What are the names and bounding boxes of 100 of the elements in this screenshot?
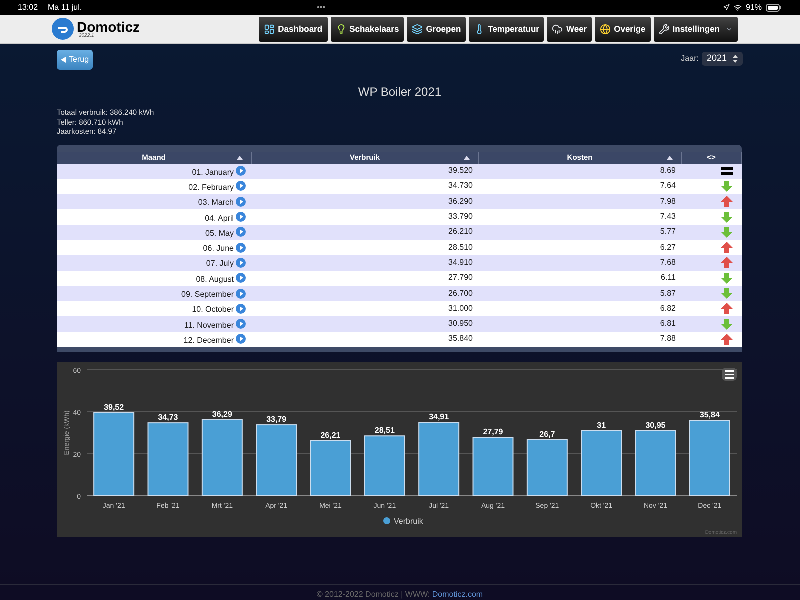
nav-button[interactable]: Weer xyxy=(547,16,592,42)
table-cell: 28.510 xyxy=(448,242,473,254)
battery-percent: 91% xyxy=(746,2,762,14)
caret-icon xyxy=(726,26,733,32)
value-label: 30,95 xyxy=(646,421,666,430)
table-cell: 03. March xyxy=(198,197,234,210)
play-icon[interactable] xyxy=(236,258,246,268)
sort-icon[interactable] xyxy=(464,156,470,160)
table-cell: 09. September xyxy=(182,289,234,302)
table-cell: 39.520 xyxy=(448,165,473,178)
value-label: 26,7 xyxy=(540,430,556,439)
table-cell: 7.64 xyxy=(660,180,676,192)
play-icon[interactable] xyxy=(236,242,246,253)
table-cell: 6.11 xyxy=(661,272,676,284)
down-arrow-icon xyxy=(721,212,733,223)
table-cell: 12. December xyxy=(184,334,234,347)
value-label: 31 xyxy=(597,420,606,430)
table-cell: 10. October xyxy=(192,304,234,316)
website-link[interactable]: Domoticz.com xyxy=(432,590,484,600)
play-icon[interactable] xyxy=(236,334,246,344)
wrench-icon xyxy=(658,24,670,34)
location-icon xyxy=(722,4,730,11)
table-cell: 31.000 xyxy=(448,302,473,315)
bar xyxy=(581,430,622,497)
nav-button[interactable]: Schakelaars xyxy=(330,16,404,42)
table-cell: 26.210 xyxy=(448,226,473,238)
nav-button[interactable]: Dashboard xyxy=(259,16,328,42)
table-cell: 33.790 xyxy=(448,211,473,224)
updown-icon xyxy=(733,55,738,63)
play-icon[interactable] xyxy=(236,181,246,192)
copyright-text: © 2012-2022 Domoticz | WWW: xyxy=(316,590,432,600)
logo-icon xyxy=(52,18,74,40)
down-arrow-icon xyxy=(721,318,733,330)
value-label: 36,29 xyxy=(212,410,232,419)
value-label: 39,52 xyxy=(104,403,124,412)
table-cell: 7.98 xyxy=(660,196,676,208)
equal-icon xyxy=(721,166,733,176)
bar xyxy=(635,430,676,497)
value-label: 27,79 xyxy=(483,428,504,437)
table-cell: 01. January xyxy=(192,166,234,179)
legend-label[interactable]: Verbruik xyxy=(394,517,424,526)
table-cell: 06. June xyxy=(203,243,234,256)
nav-button[interactable]: Temperatuur xyxy=(469,16,544,42)
table-cell: 6.82 xyxy=(660,302,676,315)
table-cell: 8.69 xyxy=(660,165,676,178)
left-arrow-icon xyxy=(61,57,66,63)
value-label: 26,21 xyxy=(320,431,341,440)
table-cell: 5.77 xyxy=(660,226,676,238)
table-cell: 02. February xyxy=(188,182,234,194)
battery-icon xyxy=(766,4,782,12)
down-arrow-icon xyxy=(721,272,733,284)
value-label: 34,91 xyxy=(429,412,450,422)
wifi-icon xyxy=(734,4,742,12)
play-icon[interactable] xyxy=(236,212,246,222)
table-cell: 07. July xyxy=(206,258,234,270)
down-arrow-icon xyxy=(721,288,733,300)
page-title: WP Boiler 2021 xyxy=(357,84,443,101)
table-cell: 11. November xyxy=(184,320,234,332)
nav-button[interactable]: Instellingen xyxy=(654,16,738,42)
bar xyxy=(364,436,406,497)
nav-button[interactable]: Groepen xyxy=(407,16,466,42)
table-cell: 05. May xyxy=(206,228,234,240)
multitask-dots[interactable]: ••• xyxy=(317,2,326,14)
year-select[interactable]: 2021 xyxy=(702,52,743,66)
table-cell: 7.88 xyxy=(660,333,676,346)
play-icon[interactable] xyxy=(236,304,246,314)
table-cell: 30.950 xyxy=(448,318,473,330)
menu-button[interactable] xyxy=(722,368,737,382)
bar xyxy=(526,440,568,497)
play-icon[interactable] xyxy=(236,273,246,284)
year-label: Jaar: xyxy=(681,53,699,65)
play-icon[interactable] xyxy=(236,288,246,299)
table-cell: 34.910 xyxy=(448,256,473,269)
table-cell: 27.790 xyxy=(448,272,473,284)
table-cell: 35.840 xyxy=(448,333,473,346)
table-cell: 34.730 xyxy=(448,180,473,192)
lightbulb-icon xyxy=(336,24,347,34)
legend-marker xyxy=(384,518,390,525)
cloud-icon xyxy=(552,24,564,34)
bar xyxy=(472,437,514,497)
globe-icon xyxy=(600,24,612,34)
table-cell: 6.81 xyxy=(660,318,676,330)
nav-button[interactable]: Overige xyxy=(595,16,651,42)
table-cell: 36.290 xyxy=(448,196,473,208)
sort-icon[interactable] xyxy=(667,156,673,160)
date: Ma 11 jul. xyxy=(48,2,82,14)
play-icon[interactable] xyxy=(236,319,246,330)
play-icon[interactable] xyxy=(236,196,246,207)
table-cell: 7.68 xyxy=(660,256,676,269)
play-icon[interactable] xyxy=(236,227,246,238)
value-label: 35,84 xyxy=(700,410,720,420)
play-icon[interactable] xyxy=(236,166,246,176)
table-cell: 04. April xyxy=(205,212,234,225)
bar xyxy=(310,440,352,497)
down-arrow-icon xyxy=(721,180,733,192)
up-arrow-icon xyxy=(721,303,733,314)
sort-icon[interactable] xyxy=(237,156,243,160)
value-label: 28,51 xyxy=(374,426,395,436)
table-cell: 6.27 xyxy=(660,242,676,254)
up-arrow-icon xyxy=(721,257,733,268)
